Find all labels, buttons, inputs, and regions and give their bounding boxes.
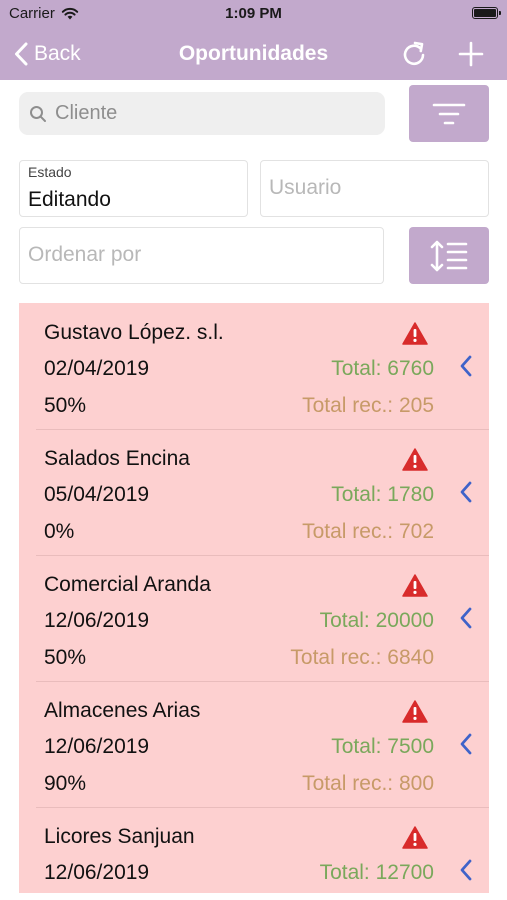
opportunity-row[interactable]: Gustavo López. s.l. 02/04/2019 Total: 67…: [19, 303, 489, 429]
ordenar-por-placeholder: Ordenar por: [28, 243, 142, 266]
warning-icon: [402, 448, 428, 471]
opportunity-date: 12/06/2019: [44, 609, 150, 632]
status-time: 1:09 PM: [225, 5, 282, 22]
chevron-left-icon[interactable]: [459, 355, 473, 377]
chevron-left-icon[interactable]: [459, 481, 473, 503]
search-icon: [30, 105, 46, 122]
chevron-left-icon[interactable]: [459, 607, 473, 629]
search-input[interactable]: [53, 101, 377, 126]
total-amount: Total: 12700: [319, 861, 434, 884]
estado-value: Editando: [28, 188, 111, 211]
warning-icon: [402, 574, 428, 597]
total-received: Total rec.: 6840: [290, 646, 434, 669]
plus-icon: [458, 41, 484, 67]
client-name: Salados Encina: [44, 447, 190, 470]
opportunities-list: Gustavo López. s.l. 02/04/2019 Total: 67…: [19, 303, 489, 893]
chevron-left-icon[interactable]: [459, 859, 473, 881]
refresh-icon: [403, 41, 425, 65]
warning-icon: [402, 322, 428, 345]
total-received: Total rec.: 800: [302, 772, 434, 795]
usuario-placeholder: Usuario: [269, 176, 342, 199]
opportunity-row[interactable]: Almacenes Arias 12/06/2019 Total: 7500 9…: [19, 681, 489, 807]
chevron-left-icon: [15, 42, 28, 66]
navigation-bar: Back Oportunidades: [0, 28, 507, 80]
status-bar: Carrier 1:09 PM: [0, 0, 507, 28]
ordenar-por-field[interactable]: Ordenar por: [19, 227, 384, 284]
filter-icon: [432, 103, 466, 124]
warning-icon: [402, 700, 428, 723]
opportunity-row[interactable]: Comercial Aranda 12/06/2019 Total: 20000…: [19, 555, 489, 681]
back-label: Back: [34, 42, 81, 65]
battery-icon: [472, 7, 501, 19]
client-name: Almacenes Arias: [44, 699, 201, 722]
filter-button[interactable]: [409, 85, 489, 142]
refresh-button[interactable]: [398, 38, 430, 70]
estado-label: Estado: [28, 164, 72, 180]
probability-percent: 0%: [44, 520, 75, 543]
total-amount: Total: 1780: [331, 483, 434, 506]
opportunity-row[interactable]: Licores Sanjuan 12/06/2019 Total: 12700: [19, 807, 489, 893]
sort-button[interactable]: [409, 227, 489, 284]
search-field[interactable]: [19, 92, 385, 135]
opportunity-date: 02/04/2019: [44, 357, 150, 380]
opportunity-date: 12/06/2019: [44, 861, 150, 884]
total-received: Total rec.: 702: [302, 520, 434, 543]
total-amount: Total: 6760: [331, 357, 434, 380]
warning-icon: [402, 826, 428, 849]
add-button[interactable]: [455, 38, 487, 70]
probability-percent: 50%: [44, 646, 87, 669]
total-received: Total rec.: 205: [302, 394, 434, 417]
total-amount: Total: 7500: [331, 735, 434, 758]
opportunity-date: 05/04/2019: [44, 483, 150, 506]
probability-percent: 50%: [44, 394, 87, 417]
chevron-left-icon[interactable]: [459, 733, 473, 755]
total-amount: Total: 20000: [319, 609, 434, 632]
client-name: Licores Sanjuan: [44, 825, 195, 848]
estado-field[interactable]: Estado Editando: [19, 160, 248, 217]
opportunity-date: 12/06/2019: [44, 735, 150, 758]
sort-icon: [430, 240, 468, 271]
client-name: Comercial Aranda: [44, 573, 211, 596]
opportunity-row[interactable]: Salados Encina 05/04/2019 Total: 1780 0%…: [19, 429, 489, 555]
back-button[interactable]: Back: [14, 37, 81, 71]
usuario-field[interactable]: Usuario: [260, 160, 489, 217]
probability-percent: 90%: [44, 772, 87, 795]
client-name: Gustavo López. s.l.: [44, 321, 224, 344]
